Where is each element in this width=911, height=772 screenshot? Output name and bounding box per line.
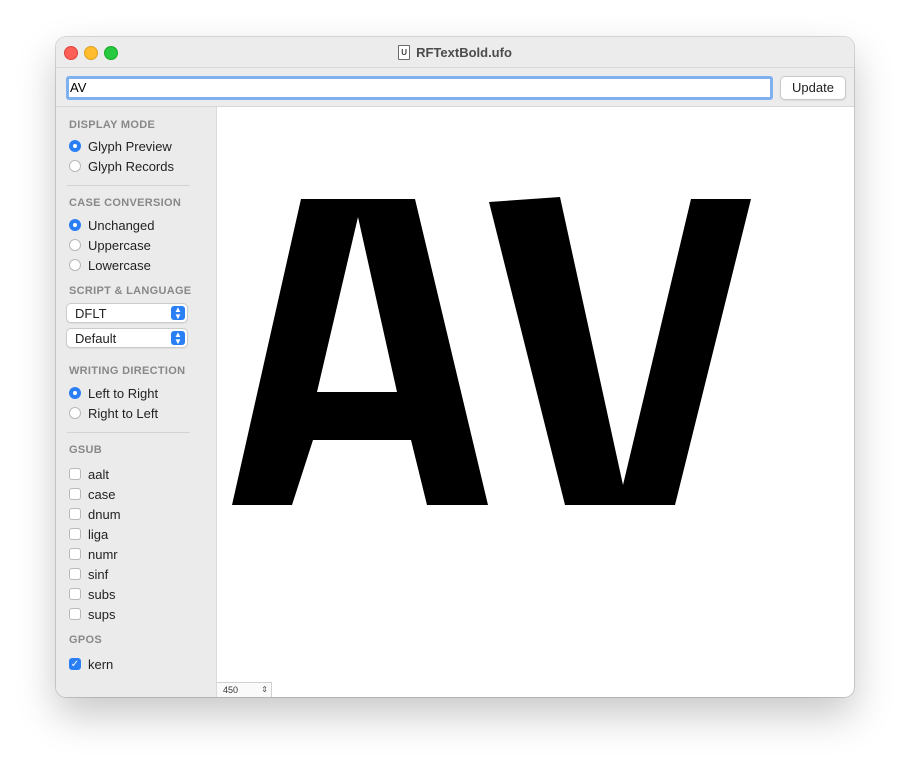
display-mode-heading: DISPLAY MODE	[69, 119, 156, 131]
checkbox-icon[interactable]	[69, 608, 81, 620]
window-title-text: RFTextBold.ufo	[416, 44, 512, 60]
checkbox-label: dnum	[88, 506, 121, 522]
writing-direction-heading: WRITING DIRECTION	[69, 365, 186, 377]
case-conversion-heading: CASE CONVERSION	[69, 197, 182, 209]
glyph-A	[232, 199, 488, 505]
radio-uppercase[interactable]: Uppercase	[69, 236, 151, 254]
update-button[interactable]: Update	[780, 76, 846, 100]
glyph-text-input[interactable]	[66, 76, 773, 100]
radio-lowercase[interactable]: Lowercase	[69, 256, 151, 274]
point-size-stepper[interactable]: 450 ⇕	[217, 682, 272, 697]
checkbox-subs[interactable]: subs	[69, 585, 115, 603]
title-bar: U RFTextBold.ufo	[56, 37, 854, 68]
radio-selected-icon[interactable]	[69, 219, 81, 231]
checkbox-icon[interactable]	[69, 468, 81, 480]
radio-unchanged[interactable]: Unchanged	[69, 216, 155, 234]
radio-unselected-icon[interactable]	[69, 160, 81, 172]
section-divider	[67, 185, 190, 186]
radio-label: Lowercase	[88, 257, 151, 273]
toolbar: Update	[56, 68, 854, 107]
script-popup-value: DFLT	[75, 306, 107, 321]
checkbox-label: kern	[88, 656, 114, 672]
checkbox-icon[interactable]	[69, 548, 81, 560]
checkbox-liga[interactable]: liga	[69, 525, 108, 543]
checkbox-kern[interactable]: ✓ kern	[69, 655, 113, 673]
checkbox-icon[interactable]	[69, 588, 81, 600]
popup-arrows-icon: ▲ ▼	[171, 306, 185, 321]
radio-right-to-left[interactable]: Right to Left	[69, 404, 158, 422]
checkbox-icon[interactable]	[69, 488, 81, 500]
checkbox-label: case	[88, 486, 116, 502]
stepper-arrows-icon[interactable]: ⇕	[261, 683, 268, 697]
glyph-V	[489, 197, 751, 505]
radio-selected-icon[interactable]	[69, 140, 81, 152]
gsub-heading: GSUB	[69, 444, 102, 456]
gpos-heading: GPOS	[69, 634, 102, 646]
glyph-preview-svg	[232, 197, 751, 505]
radio-label: Left to Right	[88, 385, 159, 401]
radio-label: Glyph Records	[88, 158, 174, 174]
checkbox-label: numr	[88, 546, 118, 562]
radio-glyph-preview[interactable]: Glyph Preview	[69, 137, 172, 155]
glyph-preview-canvas	[217, 107, 854, 697]
radio-left-to-right[interactable]: Left to Right	[69, 384, 158, 402]
checkbox-icon[interactable]	[69, 568, 81, 580]
checkbox-dnum[interactable]: dnum	[69, 505, 121, 523]
script-popup[interactable]: DFLT ▲ ▼	[66, 303, 188, 323]
radio-selected-icon[interactable]	[69, 387, 81, 399]
checkmark-icon[interactable]: ✓	[69, 658, 81, 670]
radio-label: Uppercase	[88, 237, 151, 253]
app-window: U RFTextBold.ufo Update DISPLAY MODE Gly…	[56, 37, 854, 697]
radio-unselected-icon[interactable]	[69, 239, 81, 251]
checkbox-label: subs	[88, 586, 116, 602]
radio-label: Right to Left	[88, 405, 159, 421]
options-sidebar: DISPLAY MODE Glyph Preview Glyph Records…	[56, 107, 217, 697]
checkbox-sinf[interactable]: sinf	[69, 565, 108, 583]
radio-glyph-records[interactable]: Glyph Records	[69, 157, 174, 175]
checkbox-icon[interactable]	[69, 508, 81, 520]
checkbox-numr[interactable]: numr	[69, 545, 118, 563]
language-popup[interactable]: Default ▲ ▼	[66, 328, 188, 348]
section-divider	[67, 432, 190, 433]
radio-unselected-icon[interactable]	[69, 259, 81, 271]
checkbox-sups[interactable]: sups	[69, 605, 115, 623]
radio-label: Unchanged	[88, 217, 155, 233]
window-title: U RFTextBold.ufo	[56, 37, 854, 67]
checkbox-icon[interactable]	[69, 528, 81, 540]
checkbox-label: sinf	[88, 566, 109, 582]
checkbox-label: liga	[88, 526, 109, 542]
script-language-heading: SCRIPT & LANGUAGE	[69, 285, 192, 297]
popup-arrows-icon: ▲ ▼	[171, 331, 185, 346]
language-popup-value: Default	[75, 331, 117, 346]
checkbox-label: aalt	[88, 466, 109, 482]
point-size-value: 450	[223, 685, 239, 695]
checkbox-label: sups	[88, 606, 116, 622]
checkbox-aalt[interactable]: aalt	[69, 465, 109, 483]
checkbox-case[interactable]: case	[69, 485, 115, 503]
document-icon: U	[398, 44, 411, 60]
radio-unselected-icon[interactable]	[69, 407, 81, 419]
radio-label: Glyph Preview	[88, 138, 172, 154]
